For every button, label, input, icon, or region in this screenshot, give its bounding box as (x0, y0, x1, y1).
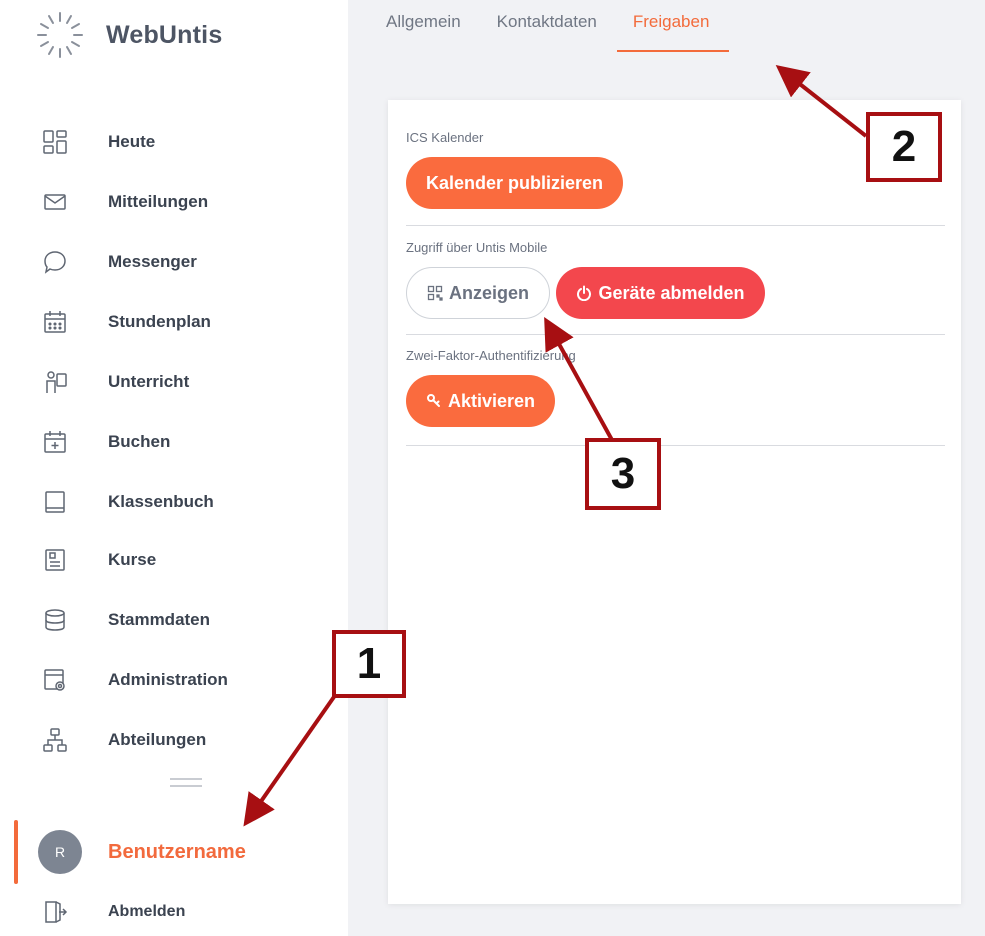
publish-calendar-button[interactable]: Kalender publizieren (406, 157, 624, 209)
logout-devices-label: Geräte abmelden (598, 282, 745, 303)
sidebar-collapse-handle[interactable] (170, 778, 202, 790)
show-qr-label: Anzeigen (449, 282, 530, 303)
org-chart-icon (40, 725, 70, 755)
settings-card: ICS Kalender Kalender publizieren Zugrif… (388, 100, 961, 904)
sidebar-item-administration[interactable]: Administration (40, 660, 340, 700)
sidebar-item-buchen[interactable]: Buchen (40, 422, 340, 462)
twofa-section: Zwei-Faktor-Authentifizierung Aktivieren (406, 348, 945, 446)
calendar-icon (40, 307, 70, 337)
app-logo[interactable]: WebUntis (32, 10, 332, 60)
tab-kontaktdaten[interactable]: Kontaktdaten (497, 12, 597, 52)
sidebar-item-label: Mitteilungen (108, 192, 209, 211)
sidebar-item-label: Abteilungen (108, 730, 207, 749)
twofa-section-title: Zwei-Faktor-Authentifizierung (406, 348, 576, 363)
app-title: WebUntis (106, 20, 223, 49)
sidebar-item-klassenbuch[interactable]: Klassenbuch (40, 482, 340, 522)
sidebar-item-mitteilungen[interactable]: Mitteilungen (40, 182, 340, 222)
show-qr-button[interactable]: Anzeigen (406, 267, 551, 319)
qr-code-icon (427, 285, 443, 301)
webuntis-logo-icon (37, 12, 83, 58)
mobile-section-title: Zugriff über Untis Mobile (406, 240, 548, 255)
sidebar-item-abteilungen[interactable]: Abteilungen (40, 720, 340, 760)
activate-2fa-button[interactable]: Aktivieren (406, 375, 556, 427)
logout-devices-button[interactable]: Geräte abmelden (556, 267, 765, 319)
chat-bubble-icon (40, 247, 70, 277)
tab-bar: Allgemein Kontaktdaten Freigaben (386, 12, 745, 52)
logout-button[interactable]: Abmelden (40, 892, 340, 932)
ics-section-title: ICS Kalender (406, 130, 484, 145)
sidebar-item-label: Stammdaten (108, 610, 211, 629)
course-list-icon (40, 545, 70, 575)
sidebar-item-unterricht[interactable]: Unterricht (40, 362, 340, 402)
sidebar-item-label: Heute (108, 132, 156, 151)
power-icon (576, 285, 592, 301)
envelope-icon (40, 187, 70, 217)
book-icon (40, 487, 70, 517)
admin-settings-icon (40, 665, 70, 695)
avatar[interactable]: R (38, 830, 82, 874)
logout-label: Abmelden (108, 903, 186, 920)
sidebar-item-label: Buchen (108, 432, 171, 451)
ics-section: ICS Kalender Kalender publizieren (406, 130, 945, 226)
publish-calendar-label: Kalender publizieren (426, 172, 604, 193)
main-content: Allgemein Kontaktdaten Freigaben ICS Kal… (348, 0, 985, 936)
calendar-add-icon (40, 427, 70, 457)
sidebar-item-stammdaten[interactable]: Stammdaten (40, 600, 340, 640)
sidebar-item-label: Kurse (108, 550, 157, 569)
database-icon (40, 605, 70, 635)
user-profile-link[interactable]: Benutzername (108, 841, 246, 864)
sidebar-item-kurse[interactable]: Kurse (40, 540, 340, 580)
dashboard-icon (40, 127, 70, 157)
tab-allgemein[interactable]: Allgemein (386, 12, 461, 52)
activate-2fa-label: Aktivieren (448, 390, 536, 411)
logout-door-icon (40, 897, 70, 927)
sidebar-item-label: Stundenplan (108, 312, 211, 331)
sidebar-item-label: Klassenbuch (108, 492, 214, 511)
sidebar-item-stundenplan[interactable]: Stundenplan (40, 302, 340, 342)
sidebar: WebUntis Heute Mitteilungen Messenger St… (0, 0, 348, 936)
mobile-section: Zugriff über Untis Mobile Anzeigen Gerät… (406, 240, 945, 335)
active-indicator (14, 820, 18, 884)
tab-freigaben[interactable]: Freigaben (616, 12, 729, 52)
sidebar-item-label: Administration (108, 670, 228, 689)
sidebar-item-heute[interactable]: Heute (40, 122, 340, 162)
sidebar-item-label: Messenger (108, 252, 197, 271)
teacher-board-icon (40, 367, 70, 397)
sidebar-item-label: Unterricht (108, 372, 190, 391)
key-icon (426, 393, 442, 409)
sidebar-item-messenger[interactable]: Messenger (40, 242, 340, 282)
